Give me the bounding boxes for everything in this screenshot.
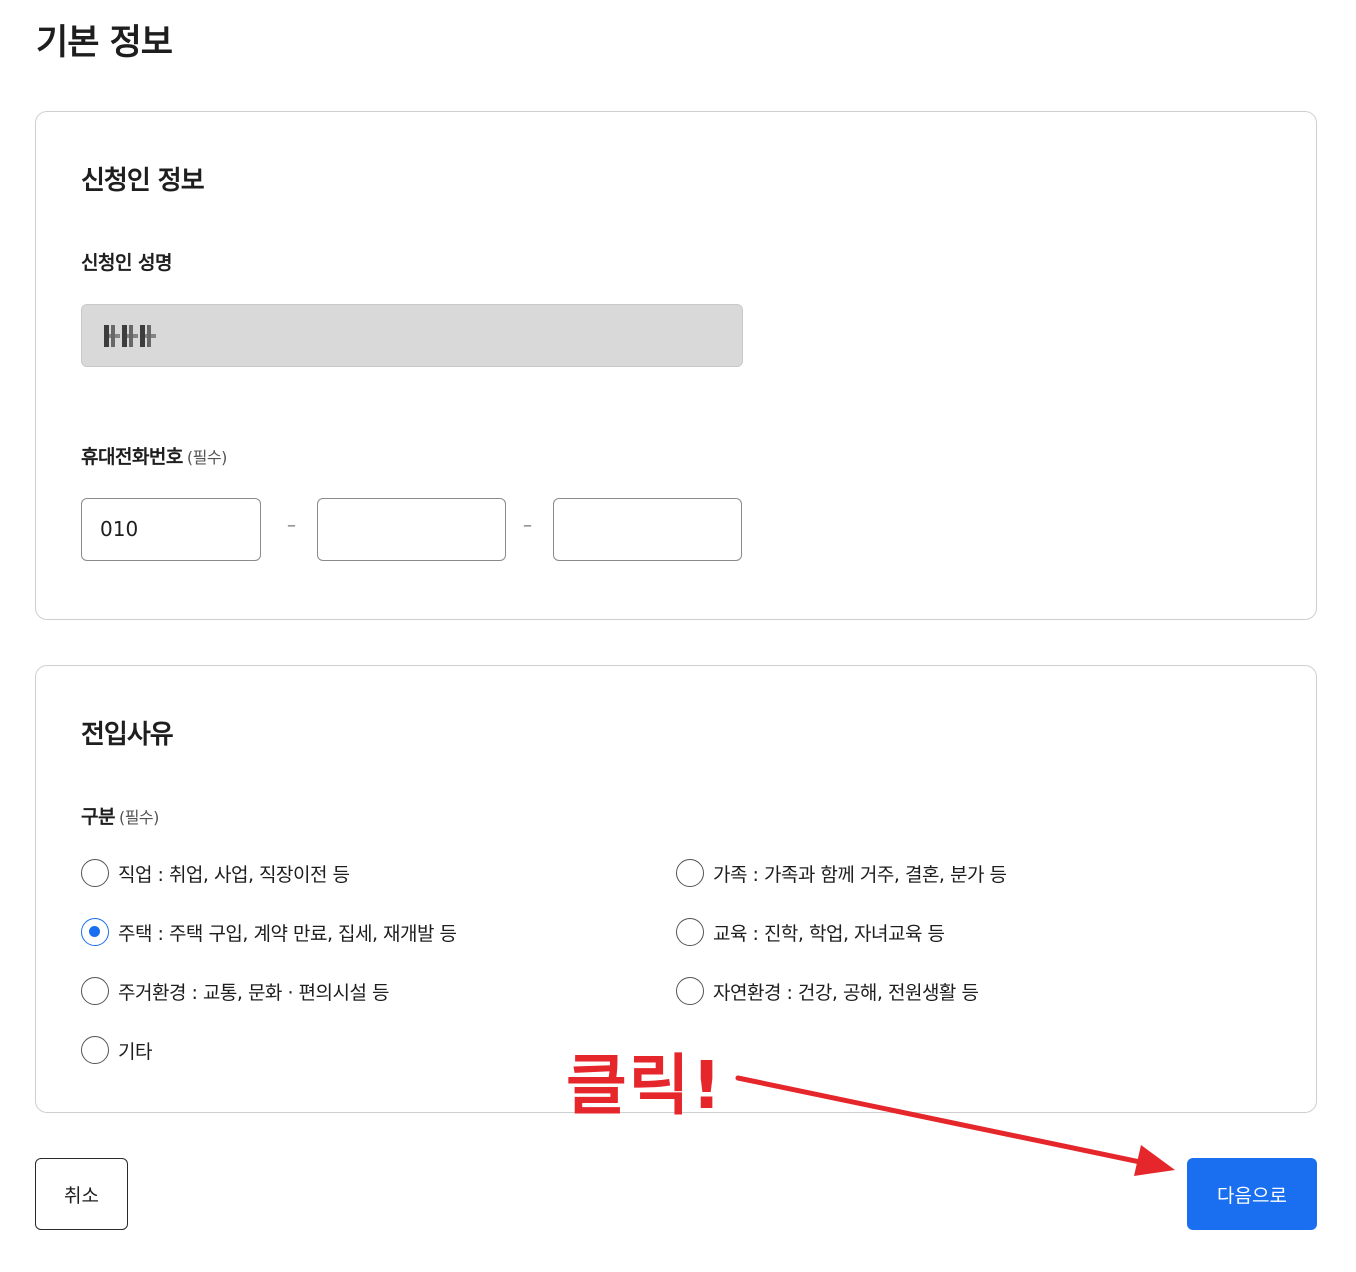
radio-button[interactable] [81,1036,109,1064]
radio-label: 직업 : 취업, 사업, 직장이전 등 [118,863,350,886]
phone-last-input[interactable] [553,498,742,561]
masked-name-value [104,325,156,347]
radio-option-education[interactable]: 교육 : 진학, 학업, 자녀교육 등 [676,918,945,946]
page-title: 기본 정보 [36,23,173,63]
phone-label: 휴대전화번호 (필수) [81,442,227,469]
radio-option-living-environment[interactable]: 주거환경 : 교통, 문화 · 편의시설 등 [81,977,389,1005]
applicant-section-title: 신청인 정보 [81,166,205,196]
radio-label: 가족 : 가족과 함께 거주, 결혼, 분가 등 [713,863,1007,886]
radio-label: 기타 [118,1040,152,1063]
category-label: 구분 (필수) [81,802,159,829]
reason-section-title: 전입사유 [81,720,174,750]
applicant-name-label-text: 신청인 성명 [81,252,173,274]
cancel-button[interactable]: 취소 [35,1158,128,1230]
phone-label-text: 휴대전화번호 [81,446,183,468]
phone-required-mark: (필수) [186,448,227,467]
radio-label: 주택 : 주택 구입, 계약 만료, 집세, 재개발 등 [118,922,457,945]
click-annotation-text: 클릭! [566,1047,724,1124]
radio-label: 교육 : 진학, 학업, 자녀교육 등 [713,922,945,945]
radio-button[interactable] [676,977,704,1005]
phone-prefix-input[interactable]: 010 [81,498,261,561]
applicant-name-field [81,304,743,367]
mask-block [104,325,120,347]
radio-button[interactable] [676,859,704,887]
category-required-mark: (필수) [118,808,159,827]
applicant-name-label: 신청인 성명 [81,248,173,275]
applicant-info-card: 신청인 정보 신청인 성명 휴대전화번호 (필수) 010 – – [35,111,1317,620]
radio-label: 자연환경 : 건강, 공해, 전원생활 등 [713,981,979,1004]
radio-label: 주거환경 : 교통, 문화 · 편의시설 등 [118,981,389,1004]
phone-middle-input[interactable] [317,498,506,561]
mask-block [140,325,156,347]
radio-option-family[interactable]: 가족 : 가족과 함께 거주, 결혼, 분가 등 [676,859,1007,887]
radio-button[interactable] [676,918,704,946]
phone-separator: – [287,515,296,536]
radio-button-selected[interactable] [81,918,109,946]
radio-button[interactable] [81,977,109,1005]
radio-option-other[interactable]: 기타 [81,1036,152,1064]
radio-option-housing[interactable]: 주택 : 주택 구입, 계약 만료, 집세, 재개발 등 [81,918,457,946]
phone-separator: – [523,515,532,536]
mask-block [122,325,138,347]
next-button[interactable]: 다음으로 [1187,1158,1317,1230]
radio-option-job[interactable]: 직업 : 취업, 사업, 직장이전 등 [81,859,350,887]
category-label-text: 구분 [81,806,115,828]
radio-button[interactable] [81,859,109,887]
radio-option-natural-environment[interactable]: 자연환경 : 건강, 공해, 전원생활 등 [676,977,979,1005]
